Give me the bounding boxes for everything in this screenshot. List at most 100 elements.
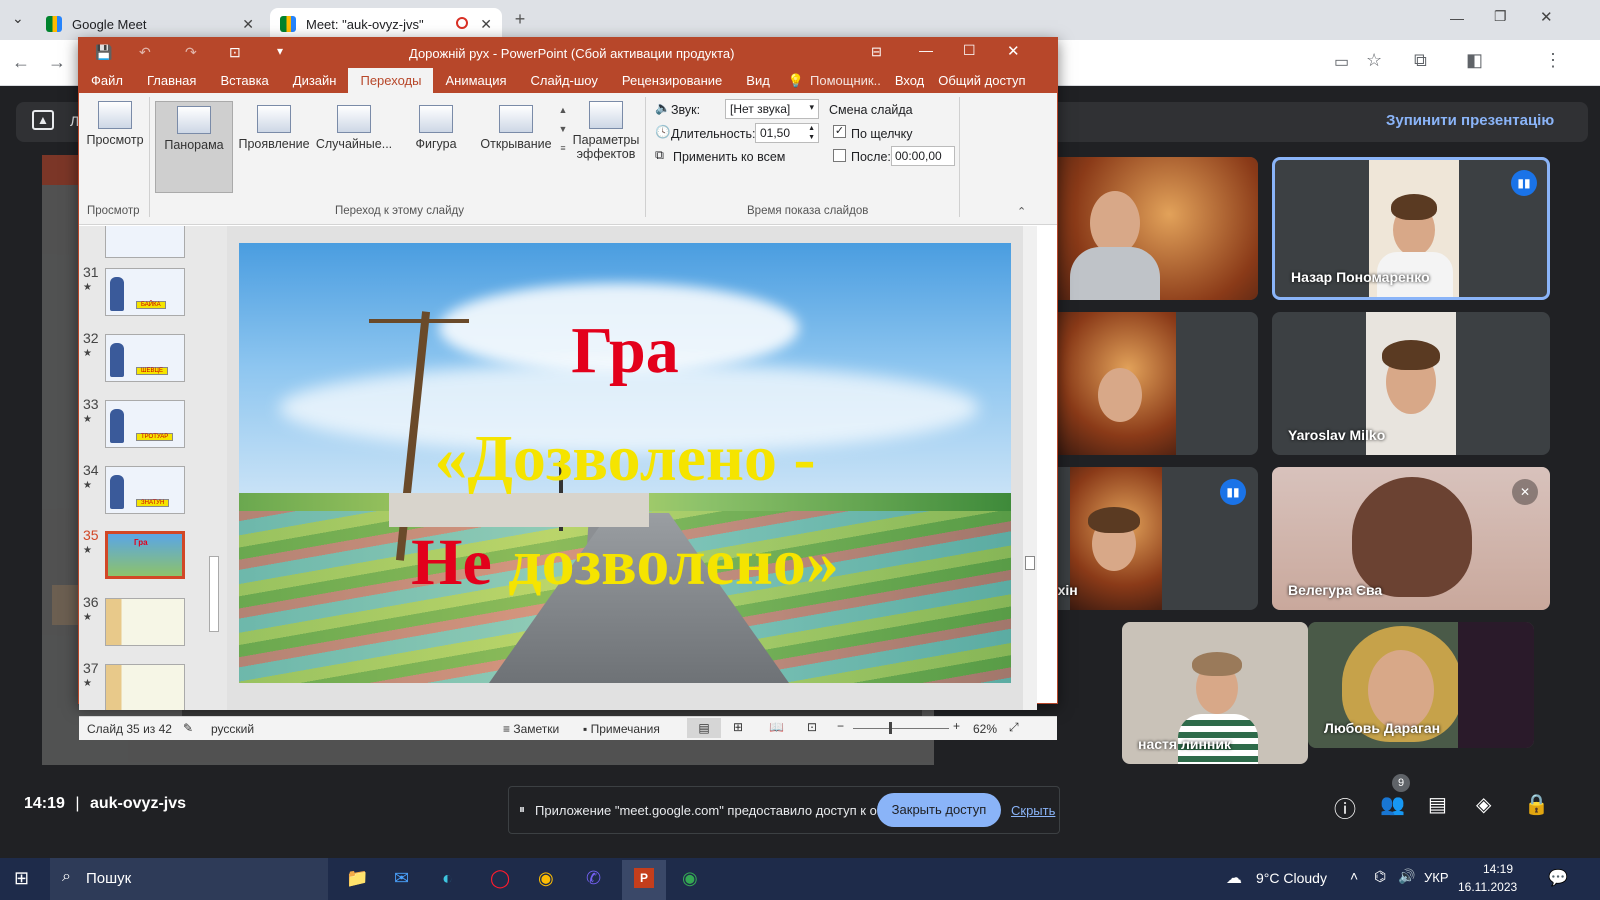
host-controls-icon[interactable]: 🔒 <box>1524 792 1549 817</box>
back-icon[interactable]: ← <box>12 52 30 73</box>
after-checkbox[interactable] <box>833 149 846 162</box>
minimize-window-icon[interactable]: — <box>1450 10 1464 26</box>
normal-view-icon[interactable]: ▤ <box>687 718 721 738</box>
camera-icon[interactable]: ▭ <box>1334 52 1349 72</box>
new-tab-button[interactable]: + <box>508 8 532 32</box>
tray-chevron-icon[interactable]: ˄ <box>1350 868 1358 884</box>
slide-thumbnail[interactable]: ШЕВЦЕ <box>105 334 185 382</box>
restore-window-icon[interactable]: ❐ <box>1494 8 1507 25</box>
maximize-icon[interactable]: ☐ <box>963 42 976 59</box>
menu-home[interactable]: Главная <box>135 68 208 93</box>
activities-icon[interactable]: ◈ <box>1476 792 1491 817</box>
slide-thumbnail[interactable] <box>105 226 185 258</box>
extensions-icon[interactable]: ⧉ <box>1414 50 1427 71</box>
stop-presenting-button[interactable]: Зупинити презентацію <box>1386 112 1554 129</box>
menu-review[interactable]: Рецензирование <box>610 68 734 93</box>
participant-tile[interactable]: Yaroslav Milko <box>1272 312 1550 455</box>
customize-toolbar-icon[interactable]: ▾ <box>277 44 283 58</box>
current-slide[interactable]: Гра «Дозволено - Не дозволено» <box>239 243 1011 683</box>
slideshow-view-icon[interactable]: ⊡ <box>807 720 817 734</box>
assistant-search[interactable]: Помощник.. <box>810 68 887 93</box>
stop-sharing-button[interactable]: Закрыть доступ <box>877 793 1001 827</box>
chrome-profile-icon[interactable]: ◉ <box>538 868 554 889</box>
chrome-icon[interactable]: ◉ <box>682 868 698 889</box>
slide-thumbnail[interactable]: ЗНАТУН <box>105 466 185 514</box>
zoom-in-icon[interactable]: + <box>953 719 960 733</box>
fit-slide-icon[interactable]: ⤢ <box>1009 720 1019 735</box>
slide-thumbnail[interactable]: Гра <box>105 531 185 579</box>
edge-icon[interactable]: ◐ <box>442 868 453 889</box>
after-time-input[interactable]: 00:00,00 <box>891 146 955 166</box>
clock-time[interactable]: 14:19 <box>1468 862 1528 876</box>
zoom-level[interactable]: 62% <box>973 722 997 736</box>
close-tab-icon[interactable]: ✕ <box>242 16 254 33</box>
menu-transitions[interactable]: Переходы <box>348 68 434 93</box>
language-label[interactable]: русский <box>211 722 254 736</box>
participant-tile[interactable]: Любовь Дараган <box>1308 622 1534 748</box>
info-icon[interactable]: ⓘ <box>1334 792 1356 824</box>
ribbon-display-icon[interactable]: ⊟ <box>871 44 882 60</box>
redo-icon[interactable]: ↷ <box>185 44 197 61</box>
tab-meet-active[interactable]: Meet: "auk-ovyz-jvs" ✕ <box>270 8 502 40</box>
spellcheck-icon[interactable]: ✎ <box>183 721 193 735</box>
pause-icon[interactable]: ⏸ <box>519 802 525 817</box>
menu-file[interactable]: Файл <box>79 68 135 93</box>
zoom-out-icon[interactable]: − <box>837 719 844 733</box>
slide-thumbnail[interactable]: БАЙКА <box>105 268 185 316</box>
comments-button[interactable]: ▪ Примечания <box>583 722 660 736</box>
menu-design[interactable]: Дизайн <box>281 68 349 93</box>
hide-notice-link[interactable]: Скрыть <box>1011 803 1055 818</box>
on-click-checkbox[interactable]: ✓ <box>833 125 846 138</box>
transition-shape[interactable]: Фигура <box>399 105 473 151</box>
sorter-view-icon[interactable]: ⊞ <box>733 720 743 734</box>
transition-fade[interactable]: Проявление <box>237 105 311 151</box>
collapse-ribbon-icon[interactable]: ⌃ <box>1017 205 1026 218</box>
duration-input[interactable]: 01,50 ▲ ▼ <box>755 123 819 143</box>
participant-tile[interactable]: настя линник <box>1122 622 1308 764</box>
slide-thumbnail[interactable] <box>105 598 185 646</box>
transition-pan[interactable]: Панорама <box>155 101 233 193</box>
apply-all-button[interactable]: Применить ко всем <box>673 150 785 164</box>
mail-icon[interactable]: ✉ <box>394 868 409 889</box>
weather-text[interactable]: 9°C Cloudy <box>1256 870 1327 886</box>
participant-tile[interactable]: ▮▮ Назар Пономаренко <box>1272 157 1550 300</box>
start-slideshow-icon[interactable]: ⊡ <box>229 44 241 61</box>
tab-search-chevron-icon[interactable]: ⌄ <box>12 10 24 27</box>
reading-view-icon[interactable]: 📖 <box>769 720 784 734</box>
viber-icon[interactable]: ✆ <box>586 868 601 889</box>
clock-date[interactable]: 16.11.2023 <box>1458 880 1517 894</box>
menu-view[interactable]: Вид <box>734 68 782 93</box>
participant-tile[interactable] <box>1036 157 1258 300</box>
close-tab-icon[interactable]: ✕ <box>480 16 492 33</box>
side-panel-icon[interactable]: ◧ <box>1466 50 1483 71</box>
menu-insert[interactable]: Вставка <box>208 68 280 93</box>
forward-icon[interactable]: → <box>48 52 66 73</box>
taskbar-search[interactable]: ⌕ Пошук <box>50 858 328 900</box>
transition-random[interactable]: Случайные... <box>315 105 393 151</box>
zoom-slider[interactable] <box>853 722 949 734</box>
effect-options-button[interactable]: Параметры эффектов <box>571 101 641 161</box>
share-button[interactable]: Общий доступ <box>932 68 1031 93</box>
slide-thumbnail[interactable] <box>105 664 185 710</box>
participant-tile[interactable]: ▮▮ Мухін <box>1036 467 1258 610</box>
volume-icon[interactable]: 🔊 <box>1398 868 1415 885</box>
chat-icon[interactable]: ▤ <box>1428 792 1447 817</box>
participant-tile[interactable] <box>1036 312 1258 455</box>
preview-button[interactable]: Просмотр <box>83 101 147 147</box>
thumbs-scrollbar[interactable] <box>207 226 221 710</box>
bookmark-star-icon[interactable]: ☆ <box>1366 50 1382 71</box>
canvas-scrollbar[interactable] <box>1023 226 1037 710</box>
sound-select[interactable]: [Нет звука] ▾ <box>725 99 819 119</box>
zoom-thumb[interactable] <box>889 722 892 734</box>
spinner-icon[interactable]: ▲ ▼ <box>808 124 815 142</box>
signin-link[interactable]: Вход <box>887 68 932 93</box>
notifications-icon[interactable]: 💬 <box>1548 868 1568 888</box>
menu-animation[interactable]: Анимация <box>433 68 518 93</box>
transition-uncover[interactable]: Открывание <box>477 105 555 151</box>
file-explorer-icon[interactable]: 📁 <box>346 868 368 889</box>
participant-tile[interactable]: ✕ Велегура Єва <box>1272 467 1550 610</box>
undo-icon[interactable]: ↶ <box>139 44 151 61</box>
opera-icon[interactable]: ◯ <box>490 868 510 889</box>
save-icon[interactable]: 💾 <box>95 44 112 61</box>
more-menu-icon[interactable]: ⋮ <box>1544 50 1562 71</box>
